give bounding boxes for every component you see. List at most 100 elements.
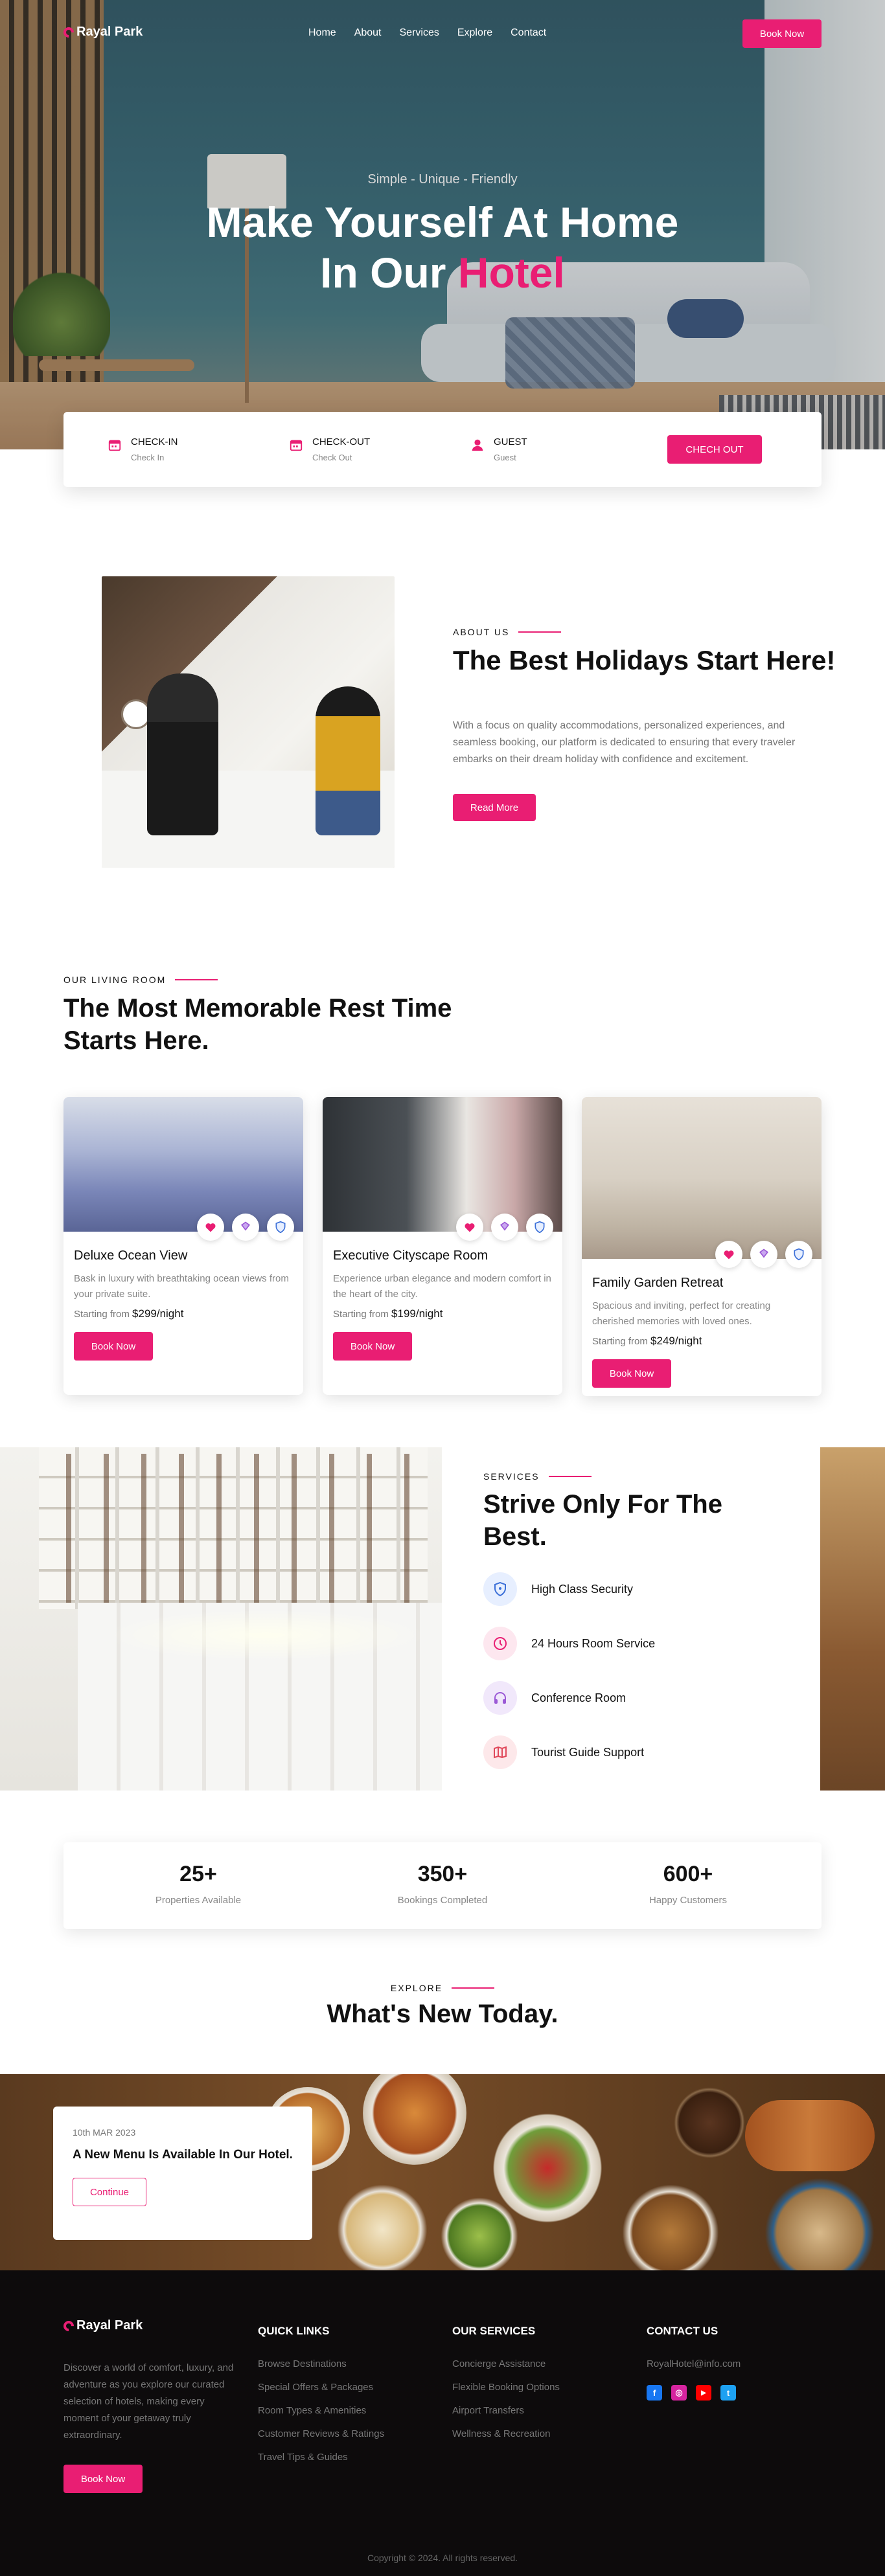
instagram-icon[interactable]: ◎ xyxy=(671,2385,687,2401)
shield-icon[interactable] xyxy=(526,1214,553,1241)
room-price: Starting from $199/night xyxy=(333,1307,552,1320)
room-body: Deluxe Ocean View Bask in luxury with br… xyxy=(63,1232,303,1373)
food-dish xyxy=(764,2178,875,2270)
booking-bar: CHECK-IN Check In CHECK-OUT Check Out GU… xyxy=(63,412,822,487)
nav-services[interactable]: Services xyxy=(400,27,439,39)
about-eyebrow-text: ABOUT US xyxy=(453,627,510,637)
food-dish xyxy=(622,2184,719,2270)
checkout-value: Check Out xyxy=(312,453,352,462)
food-sausage xyxy=(745,2100,875,2171)
nav-home[interactable]: Home xyxy=(308,27,336,39)
explore-eyebrow-text: EXPLORE xyxy=(390,1983,443,1993)
shield-icon[interactable] xyxy=(785,1241,812,1268)
footer-link[interactable]: Wellness & Recreation xyxy=(452,2428,560,2439)
read-more-button[interactable]: Read More xyxy=(453,794,536,821)
services-eyebrow-text: SERVICES xyxy=(483,1471,540,1482)
footer-heading: OUR SERVICES xyxy=(452,2325,536,2337)
favorite-icon[interactable] xyxy=(197,1214,224,1241)
room-desc: Spacious and inviting, perfect for creat… xyxy=(592,1300,771,1327)
room-desc: Experience urban elegance and modern com… xyxy=(333,1273,551,1300)
footer-link[interactable]: Special Offers & Packages xyxy=(258,2382,384,2393)
logo-crescent-icon xyxy=(61,2318,76,2333)
room-name: Family Garden Retreat xyxy=(592,1276,724,1290)
nav-book-now-button[interactable]: Book Now xyxy=(742,19,822,48)
food-dish xyxy=(363,2074,466,2165)
room-actions xyxy=(715,1241,812,1268)
map-icon xyxy=(483,1735,517,1769)
shield-icon[interactable] xyxy=(267,1214,294,1241)
footer-link[interactable]: Browse Destinations xyxy=(258,2358,384,2369)
twitter-icon[interactable]: t xyxy=(720,2385,736,2401)
price-value: $249/night xyxy=(650,1335,702,1347)
about-text: With a focus on quality accommodations, … xyxy=(453,720,796,765)
room-body: Executive Cityscape Room Experience urba… xyxy=(323,1232,562,1373)
room-book-now-button[interactable]: Book Now xyxy=(592,1359,671,1388)
footer-link[interactable]: Customer Reviews & Ratings xyxy=(258,2428,384,2439)
footer-quick-links: QUICK LINKS Browse Destinations Special … xyxy=(258,2325,384,2463)
footer-logo[interactable]: Rayal Park xyxy=(61,2318,143,2333)
footer-link[interactable]: Airport Transfers xyxy=(452,2405,560,2416)
price-value: $199/night xyxy=(391,1307,443,1320)
continue-button[interactable]: Continue xyxy=(73,2178,146,2206)
room-card-ocean: Deluxe Ocean View Bask in luxury with br… xyxy=(63,1097,303,1395)
footer-contact: CONTACT US RoyalHotel@info.com f ◎ ▶ t xyxy=(647,2325,741,2401)
room-image xyxy=(323,1097,562,1241)
calendar-icon xyxy=(108,440,121,451)
headphones-icon xyxy=(483,1681,517,1715)
checkin-field[interactable]: CHECK-IN Check In xyxy=(108,436,178,462)
price-value: $299/night xyxy=(132,1307,184,1320)
check-out-button[interactable]: CHECH OUT xyxy=(667,435,762,464)
facebook-icon[interactable]: f xyxy=(647,2385,662,2401)
bucket-icon[interactable] xyxy=(232,1214,259,1241)
services-title: Strive Only For The Best. xyxy=(483,1490,722,1551)
guest-field[interactable]: GUEST Guest xyxy=(470,436,527,462)
room-name: Executive Cityscape Room xyxy=(333,1248,488,1263)
price-prefix: Starting from xyxy=(333,1309,392,1320)
user-icon xyxy=(472,439,483,451)
brand-logo[interactable]: Rayal Park xyxy=(61,25,143,40)
room-book-now-button[interactable]: Book Now xyxy=(74,1332,153,1361)
stat-properties: 25+ Properties Available xyxy=(101,1862,295,1906)
food-dish xyxy=(337,2184,428,2270)
nav-explore[interactable]: Explore xyxy=(457,27,492,39)
room-book-now-button[interactable]: Book Now xyxy=(333,1332,412,1361)
room-image xyxy=(582,1097,822,1268)
news-title: A New Menu Is Available In Our Hotel. xyxy=(73,2148,293,2162)
room-name: Deluxe Ocean View xyxy=(74,1248,188,1263)
footer-book-now-button[interactable]: Book Now xyxy=(63,2465,143,2493)
hero-title-highlight: Hotel xyxy=(457,249,565,297)
favorite-icon[interactable] xyxy=(456,1214,483,1241)
hero-tagline: Simple - Unique - Friendly xyxy=(367,172,518,186)
food-dish xyxy=(674,2087,745,2158)
checkout-label: CHECK-OUT xyxy=(312,436,371,447)
bucket-icon[interactable] xyxy=(750,1241,777,1268)
nav-about[interactable]: About xyxy=(354,27,382,39)
service-item-tourist: Tourist Guide Support xyxy=(483,1735,644,1769)
youtube-icon[interactable]: ▶ xyxy=(696,2385,711,2401)
footer-about: Discover a world of comfort, luxury, and… xyxy=(63,2362,234,2441)
footer-link[interactable]: Concierge Assistance xyxy=(452,2358,560,2369)
rooms-eyebrow: OUR LIVING ROOM xyxy=(63,975,218,985)
footer-link[interactable]: Flexible Booking Options xyxy=(452,2382,560,2393)
stat-label: Properties Available xyxy=(155,1895,242,1906)
rooms-eyebrow-text: OUR LIVING ROOM xyxy=(63,975,167,985)
shield-icon xyxy=(483,1572,517,1606)
about-receptionist xyxy=(147,673,218,835)
checkout-field[interactable]: CHECK-OUT Check Out xyxy=(289,436,370,462)
favorite-icon[interactable] xyxy=(715,1241,742,1268)
footer-link[interactable]: Room Types & Amenities xyxy=(258,2405,384,2416)
room-actions xyxy=(197,1214,294,1241)
footer-contact-list: RoyalHotel@info.com xyxy=(647,2358,741,2369)
stat-value: 350+ xyxy=(417,1862,468,1886)
bar-light xyxy=(104,1609,428,1661)
stat-value: 600+ xyxy=(663,1862,713,1886)
hero-title: Make Yourself At Home In Our Hotel xyxy=(0,197,885,298)
price-prefix: Starting from xyxy=(592,1336,651,1347)
footer-email[interactable]: RoyalHotel@info.com xyxy=(647,2358,741,2369)
nav-contact[interactable]: Contact xyxy=(511,27,546,39)
top-navbar: Rayal Park Home About Services Explore C… xyxy=(0,0,885,67)
bucket-icon[interactable] xyxy=(491,1214,518,1241)
stat-bookings: 350+ Bookings Completed xyxy=(345,1862,540,1906)
rooms-title: The Most Memorable Rest Time Starts Here… xyxy=(63,994,452,1055)
footer-link[interactable]: Travel Tips & Guides xyxy=(258,2452,384,2463)
